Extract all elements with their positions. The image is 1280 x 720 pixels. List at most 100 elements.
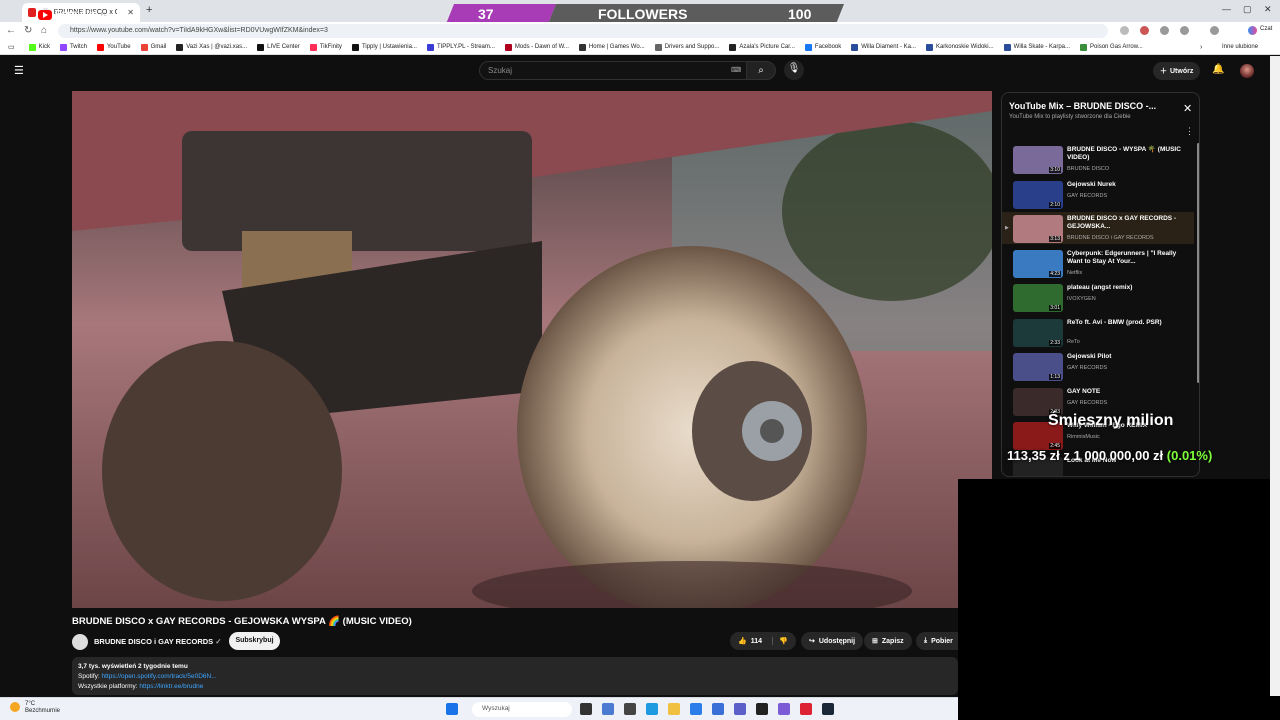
donation-target: z 1 000 000,00 zł (1063, 448, 1164, 463)
menu-icon[interactable]: ☰ (14, 64, 24, 77)
address-bar[interactable]: https://www.youtube.com/watch?v=TiIdA9kH… (58, 24, 1108, 38)
bookmark-item[interactable]: Twitch (59, 43, 87, 51)
keyboard-icon[interactable]: ⌨ (731, 66, 741, 74)
bookmark-item[interactable]: Willa Skate - Karpa... (1003, 43, 1070, 51)
notifications-bell-icon[interactable]: 🔔 (1212, 64, 1224, 75)
bookmark-item[interactable]: Karkonoskie Widoki... (925, 43, 994, 51)
bookmark-item[interactable]: TikFinity (309, 43, 342, 51)
app-icon[interactable] (624, 703, 636, 715)
playlist-item[interactable]: 2:10 Gejowski Nurek GAY RECORDS (1002, 178, 1194, 210)
edge-icon[interactable] (646, 703, 658, 715)
bookmark-item[interactable]: Tipply | Ustawienia... (351, 43, 417, 51)
home-icon[interactable]: ⌂ (41, 25, 47, 36)
bookmark-item[interactable]: Home | Games Wo... (578, 43, 645, 51)
bookmark-item[interactable]: Poison Gas Arrow... (1080, 43, 1143, 51)
download-button[interactable]: ⤓ Pobier (916, 632, 958, 650)
bookmark-item[interactable]: TIPPLY.PL - Stream... (426, 43, 495, 51)
bookmark-item[interactable]: Azala's Picture Car... (729, 43, 795, 51)
windows-start-icon[interactable] (446, 703, 458, 715)
playlist-item[interactable]: 3:01 plateau (angst remix) IVOXYGEN (1002, 281, 1194, 313)
playlist-item[interactable]: ▶ 3:13 BRUDNE DISCO x GAY RECORDS - GEJOWS… (1002, 212, 1194, 244)
widgets-icon[interactable] (602, 703, 614, 715)
obs-icon[interactable] (800, 703, 812, 715)
bookmark-item[interactable]: Mods - Dawn of W... (504, 43, 569, 51)
windows-taskbar: 7°C Bezchmurnie Wyszukaj (0, 697, 958, 720)
star-icon[interactable] (1120, 26, 1129, 35)
bookmark-label: Gmail (150, 44, 167, 50)
back-arrow-icon[interactable]: ← (6, 25, 16, 36)
video-player[interactable] (72, 91, 992, 608)
subscribe-button[interactable]: Subskrybuj (229, 632, 280, 650)
profile-icon[interactable] (1210, 26, 1219, 35)
copilot-icon[interactable] (1248, 26, 1257, 35)
steam-icon[interactable] (822, 703, 834, 715)
save-button[interactable]: ⊞ Zapisz (864, 632, 912, 650)
search-icon: ⌕ (758, 65, 764, 76)
bookmark-item[interactable]: LIVE Center (257, 43, 300, 51)
weather-widget[interactable]: 7°C Bezchmurnie (10, 701, 60, 715)
search-input[interactable]: Szukaj (479, 61, 747, 80)
bookmark-item[interactable]: Gmail (140, 43, 167, 51)
file-explorer-icon[interactable] (668, 703, 680, 715)
channel-avatar[interactable] (72, 634, 88, 650)
bookmarks-folder-icon[interactable]: ▭ (8, 43, 15, 51)
teams-icon[interactable] (734, 703, 746, 715)
playlist-item-title: Gejowski Nurek (1067, 180, 1116, 188)
duration-badge: 3:01 (1049, 305, 1061, 311)
bookmark-item[interactable]: Facebook (804, 43, 841, 51)
thumbs-down-icon[interactable]: 👎 (772, 637, 788, 645)
discord-icon[interactable] (778, 703, 790, 715)
playlist-subtitle: YouTube Mix to playlisty stworzone dla C… (1009, 114, 1131, 120)
bookmark-item[interactable]: Vazi Xas | @vazi.xas... (176, 43, 247, 51)
mail-icon[interactable] (712, 703, 724, 715)
url-text: https://www.youtube.com/watch?v=TiIdA9kH… (70, 27, 328, 34)
platforms-link[interactable]: https://linktr.ee/brudne (139, 683, 203, 690)
voice-search-button[interactable]: 🎙 (784, 60, 804, 80)
bookmark-item[interactable]: Kick (28, 43, 50, 51)
playlist-item-title: Gejowski Pilot (1067, 353, 1112, 360)
bookmark-item[interactable]: YouTube (96, 43, 131, 51)
playlist-item-channel: BRUDNE DISCO i GAY RECORDS (1067, 235, 1154, 241)
extension-icon[interactable] (1160, 26, 1169, 35)
store-icon[interactable] (690, 703, 702, 715)
playlist-item[interactable]: 1:13 Gejowski Pilot GAY RECORDS (1002, 350, 1194, 382)
favorites-icon[interactable] (1180, 26, 1189, 35)
bookmark-item[interactable]: Willa Diament - Ka... (851, 43, 916, 51)
bookmark-favicon-icon (851, 43, 859, 51)
now-playing-icon: ▶ (1005, 225, 1009, 231)
like-count: 114 (750, 637, 763, 645)
maximize-button[interactable]: ▢ (1243, 4, 1252, 15)
like-button[interactable]: 👍 114 👎 (730, 632, 796, 650)
bookmarks-more-icon[interactable]: › (1200, 44, 1202, 51)
youtube-logo[interactable]: Premium PL (38, 9, 107, 20)
chat-label[interactable]: Czat (1260, 26, 1272, 32)
spotify-link[interactable]: https://open.spotify.com/track/5e0D6N... (102, 673, 217, 680)
extension-icon[interactable] (1140, 26, 1149, 35)
new-tab-button[interactable]: + (146, 4, 152, 16)
playlist-item[interactable]: 3:10 BRUDNE DISCO - WYSPA 🌴 (MUSIC VIDEO)… (1002, 143, 1194, 175)
search-button[interactable]: ⌕ (746, 61, 776, 80)
playlist-scrollbar[interactable] (1197, 143, 1199, 383)
taskbar-search[interactable]: Wyszukaj (472, 702, 572, 717)
playlist-item[interactable]: 4:23 Cyberpunk: Edgerunners | "I Really W… (1002, 247, 1194, 279)
video-description[interactable]: 3,7 tys. wyświetleń 2 tygodnie temu Spot… (72, 657, 958, 695)
other-bookmarks[interactable]: Inne ulubione (1222, 44, 1258, 50)
minimize-button[interactable]: — (1222, 4, 1231, 14)
playlist-item[interactable]: 2:33 ReTo ft. Avi - BMW (prod. PSR) ReTo (1002, 316, 1194, 348)
reload-icon[interactable]: ↻ (24, 25, 32, 36)
task-view-icon[interactable] (580, 703, 592, 715)
close-tab-icon[interactable]: ✕ (127, 8, 134, 17)
browser-toolbar: ← ↻ ⌂ https://www.youtube.com/watch?v=Ti… (0, 22, 1280, 40)
close-window-button[interactable]: ✕ (1264, 4, 1272, 15)
share-button[interactable]: ↪ Udostępnij (801, 632, 864, 650)
bookmark-label: LIVE Center (267, 44, 300, 50)
bookmark-item[interactable]: Drivers and Suppo... (654, 43, 719, 51)
create-label: Utwórz (1170, 67, 1194, 75)
followers-progress-fill (446, 4, 556, 24)
channel-name[interactable]: BRUDNE DISCO i GAY RECORDS ✓ (94, 637, 222, 646)
more-options-icon[interactable]: ⋮ (1185, 126, 1194, 137)
create-button[interactable]: ＋ Utwórz (1153, 62, 1201, 80)
close-icon[interactable]: ✕ (1183, 102, 1192, 115)
app-icon[interactable] (756, 703, 768, 715)
user-avatar[interactable] (1240, 64, 1254, 78)
